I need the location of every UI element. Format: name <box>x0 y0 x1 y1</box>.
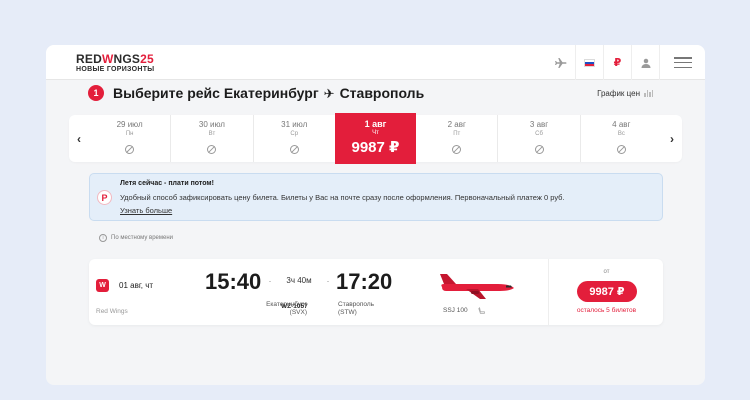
no-flights-icon <box>534 145 544 154</box>
aircraft-image <box>436 272 516 305</box>
red-wings-logo[interactable]: REDWNGS25 НОВЫЕ ГОРИЗОНТЫ <box>76 53 154 74</box>
pay-later-banner: P Летя сейчас - плати потом! Удобный спо… <box>89 173 663 221</box>
airline-logo-icon: W <box>96 279 109 292</box>
flight-date: 01 авг, чт <box>119 281 154 290</box>
departure-time: 15:40 <box>205 269 262 294</box>
currency-ruble-icon[interactable]: ₽ <box>603 45 631 80</box>
menu-icon[interactable] <box>659 45 705 80</box>
no-flights-icon <box>616 145 626 154</box>
header-actions: ₽ <box>547 45 705 80</box>
tickets-left-note: осталось 5 билетов <box>576 307 637 314</box>
aircraft-type: SSJ 100 <box>443 307 468 314</box>
date-carousel: ‹ 29 июл Пн 30 июл Вт 31 июл Ср 1 авг Чт… <box>69 113 682 164</box>
local-time-note: i По местному времени <box>99 234 173 242</box>
info-icon: i <box>99 234 107 242</box>
logo-tagline: НОВЫЕ ГОРИЗОНТЫ <box>76 66 155 73</box>
date-option[interactable]: 30 июл Вт <box>170 115 252 162</box>
flight-card[interactable]: W 01 авг, чт Red Wings 15:40 3ч 40м 17:2… <box>89 259 663 325</box>
user-icon[interactable] <box>631 45 659 80</box>
banner-text: Удобный способ зафиксировать цену билета… <box>120 193 565 202</box>
arrival-time: 17:20 <box>336 269 393 294</box>
date-option[interactable]: 2 авг Пт <box>416 115 497 162</box>
route-plane-icon: ✈ <box>323 86 335 101</box>
learn-more-link[interactable]: Узнать больше <box>120 206 172 215</box>
date-option[interactable]: 31 июл Ср <box>252 115 335 162</box>
app-window: REDWNGS25 НОВЫЕ ГОРИЗОНТЫ ₽ 1 Выберите р… <box>46 45 705 385</box>
plane-icon[interactable] <box>547 45 575 80</box>
price-from-label: от <box>603 269 610 275</box>
top-header: REDWNGS25 НОВЫЕ ГОРИЗОНТЫ ₽ <box>46 45 705 80</box>
language-flag-icon[interactable] <box>575 45 603 80</box>
airline-name: Red Wings <box>96 308 128 315</box>
no-flights-icon <box>125 145 135 154</box>
banner-title: Летя сейчас - плати потом! <box>120 180 214 187</box>
price-column: от 9987 ₽ осталось 5 билетов <box>548 259 663 325</box>
destination-city: Ставрополь <box>339 85 425 101</box>
no-flights-icon <box>452 145 462 154</box>
next-dates-button[interactable]: › <box>662 115 682 162</box>
no-flights-icon <box>207 145 217 154</box>
date-option[interactable]: 29 июл Пн <box>89 115 170 162</box>
bar-chart-icon <box>644 90 653 97</box>
date-option-selected[interactable]: 1 авг Чт 9987 ₽ <box>334 113 417 164</box>
flight-number: WZ-1057 <box>281 303 308 310</box>
price-graph-button[interactable]: График цен <box>597 89 653 98</box>
pay-later-logo-icon: P <box>97 190 112 205</box>
seat-icon <box>478 306 486 317</box>
date-option[interactable]: 3 авг Сб <box>497 115 579 162</box>
select-fare-button[interactable]: 9987 ₽ <box>577 281 637 302</box>
date-option[interactable]: 4 авг Вс <box>579 115 662 162</box>
page-title: Выберите рейс Екатеринбург ✈ Ставрополь <box>113 85 425 101</box>
date-list: 29 июл Пн 30 июл Вт 31 июл Ср 1 авг Чт 9… <box>89 113 662 164</box>
arrival-airport: Ставрополь (STW) <box>338 301 375 316</box>
selected-date-price: 9987 ₽ <box>351 139 400 156</box>
step-number-badge: 1 <box>88 85 104 101</box>
prev-dates-button[interactable]: ‹ <box>69 115 89 162</box>
origin-city: Екатеринбург <box>223 85 319 101</box>
no-flights-icon <box>289 145 299 154</box>
flight-duration: 3ч 40м <box>271 276 327 285</box>
